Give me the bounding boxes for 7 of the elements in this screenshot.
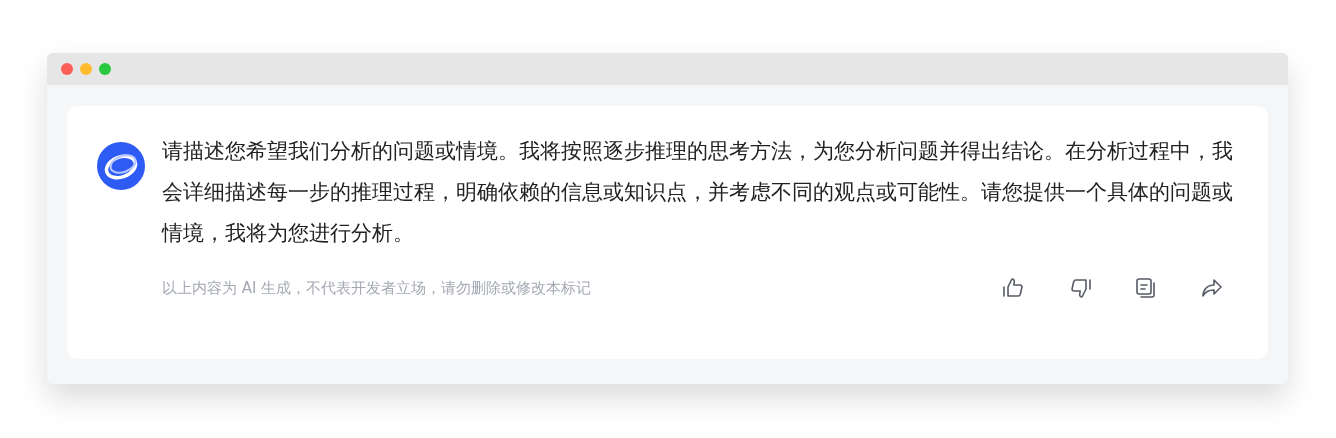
copy-icon[interactable] bbox=[1134, 276, 1158, 300]
thumbs-down-icon[interactable] bbox=[1068, 276, 1092, 300]
share-icon[interactable] bbox=[1200, 276, 1224, 300]
avatar-icon bbox=[97, 142, 145, 190]
thumbs-up-icon[interactable] bbox=[1002, 276, 1026, 300]
message-text: 请描述您希望我们分析的问题或情境。我将按照逐步推理的思考方法，为您分析问题并得出结论。在分析过程中，我会详细描述每一步的推理过程，明确依赖的信息或知识点，并考虑不同的观点或可能性。请您提供一个具体的问题或情境，我将为您进行分析。 bbox=[162, 138, 1234, 247]
disclaimer-text: 以上内容为 AI 生成，不代表开发者立场，请勿删除或修改本标记 bbox=[162, 278, 592, 298]
